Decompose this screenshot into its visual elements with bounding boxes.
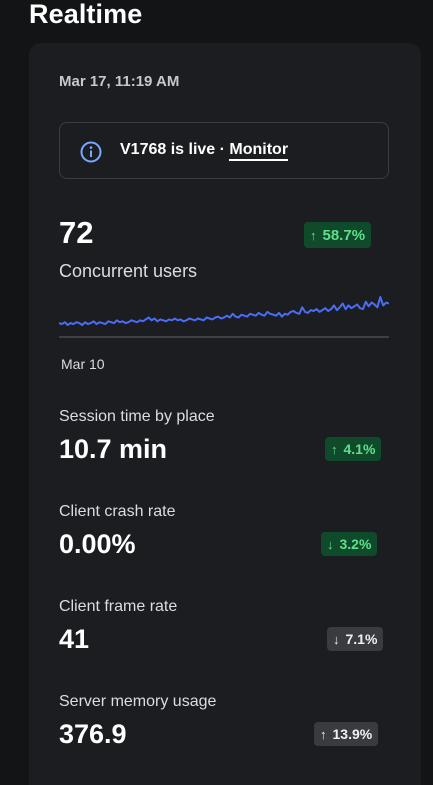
metric-value: 0.00% — [59, 529, 136, 559]
metric-value: 10.7 min — [59, 434, 168, 464]
timestamp: Mar 17, 11:19 AM — [59, 73, 180, 90]
concurrent-users-sparkline — [59, 296, 389, 338]
metric-value: 41 — [59, 624, 90, 654]
metric-change: 7.1% — [345, 631, 378, 647]
sparkline-series — [59, 296, 389, 326]
page-title: Realtime — [29, 0, 143, 29]
metric-change: 4.1% — [343, 441, 376, 457]
info-icon — [80, 141, 102, 163]
metric-value: 376.9 — [59, 719, 127, 749]
metric-change-badge: ↑ 13.9% — [314, 722, 379, 746]
live-status-text: V1768 is live · Monitor — [120, 141, 289, 161]
monitor-link[interactable]: Monitor — [229, 141, 289, 161]
metric-label: Server memory usage — [59, 693, 217, 710]
metric-change: 3.2% — [339, 536, 372, 552]
realtime-page: Realtime Mar 17, 11:19 AM V1768 is live … — [0, 0, 433, 785]
arrow-up-icon: ↑ — [320, 726, 327, 742]
arrow-down-icon: ↓ — [333, 631, 340, 647]
live-version-text: V1768 is live · — [120, 141, 230, 158]
arrow-down-icon: ↓ — [327, 536, 334, 552]
arrow-up-icon: ↑ — [331, 441, 338, 457]
metric-label: Client crash rate — [59, 503, 176, 520]
concurrent-users-change-badge: ↑ 58.7% — [304, 222, 372, 248]
metric-change-badge: ↓ 7.1% — [327, 627, 384, 651]
metric-change-badge: ↓ 3.2% — [321, 532, 378, 556]
concurrent-users-label: Concurrent users — [59, 261, 198, 281]
concurrent-users-value: 72 — [59, 215, 94, 250]
metric-label: Session time by place — [59, 408, 215, 425]
arrow-up-icon: ↑ — [310, 227, 317, 243]
sparkline-start-label: Mar 10 — [61, 356, 105, 372]
metric-label: Client frame rate — [59, 598, 178, 615]
live-banner: V1768 is live · Monitor — [59, 122, 389, 179]
concurrent-users-change: 58.7% — [322, 226, 366, 244]
realtime-panel: Mar 17, 11:19 AM V1768 is live · Monitor… — [29, 43, 421, 785]
metric-change: 13.9% — [332, 726, 373, 742]
metric-change-badge: ↑ 4.1% — [325, 437, 382, 461]
